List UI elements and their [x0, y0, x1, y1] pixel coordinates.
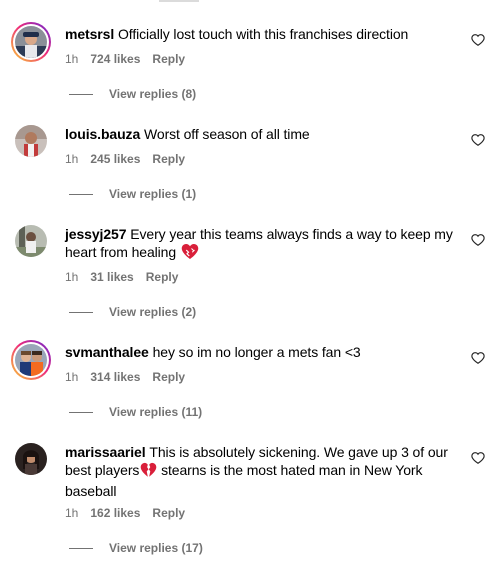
- view-replies-label: View replies (17): [109, 541, 203, 555]
- replies-divider-line: [69, 547, 93, 549]
- view-replies-label: View replies (11): [109, 405, 203, 419]
- comment-likes[interactable]: 162 likes: [90, 506, 140, 520]
- comment-time[interactable]: 1h: [65, 506, 78, 520]
- comment-meta: 1h 724 likes Reply: [65, 52, 185, 66]
- comment-time[interactable]: 1h: [65, 152, 78, 166]
- comment-username[interactable]: marissaariel: [65, 444, 146, 460]
- comment-username[interactable]: svmanthalee: [65, 344, 149, 360]
- view-replies-button[interactable]: View replies (1): [69, 187, 196, 201]
- comment-meta: 1h 314 likes Reply: [65, 370, 185, 384]
- comment-likes[interactable]: 724 likes: [90, 52, 140, 66]
- heart-outline-icon[interactable]: [471, 351, 485, 365]
- comment-body: jessyj257 Every year this teams always f…: [65, 225, 460, 264]
- avatar[interactable]: [11, 22, 51, 62]
- comment-username[interactable]: jessyj257: [65, 226, 126, 242]
- reply-button[interactable]: Reply: [152, 152, 185, 166]
- heart-outline-icon[interactable]: [471, 451, 485, 465]
- comment-body: louis.bauza Worst off season of all time: [65, 125, 460, 143]
- heart-outline-icon[interactable]: [471, 133, 485, 147]
- heart-outline-icon[interactable]: [471, 233, 485, 247]
- view-replies-label: View replies (8): [109, 87, 197, 101]
- avatar[interactable]: [11, 340, 51, 380]
- view-replies-button[interactable]: View replies (2): [69, 305, 196, 319]
- reply-button[interactable]: Reply: [152, 506, 185, 520]
- previous-thread-divider: [159, 0, 199, 2]
- comment-meta: 1h 162 likes Reply: [65, 506, 185, 520]
- comment-likes[interactable]: 245 likes: [90, 152, 140, 166]
- comment-text: Officially lost touch with this franchis…: [118, 26, 409, 42]
- comment-likes[interactable]: 314 likes: [90, 370, 140, 384]
- avatar[interactable]: [15, 125, 47, 157]
- comment-body: svmanthalee hey so im no longer a mets f…: [65, 343, 460, 361]
- comment-body: marissaariel This is absolutely sickenin…: [65, 443, 460, 500]
- comment-likes[interactable]: 31 likes: [90, 270, 133, 284]
- view-replies-label: View replies (1): [109, 187, 197, 201]
- reply-button[interactable]: Reply: [146, 270, 179, 284]
- mending-heart-emoji: [181, 243, 199, 264]
- comment-time[interactable]: 1h: [65, 270, 78, 284]
- comment-text: Worst off season of all time: [144, 126, 310, 142]
- replies-divider-line: [69, 411, 93, 413]
- comment-username[interactable]: metsrsl: [65, 26, 114, 42]
- view-replies-label: View replies (2): [109, 305, 197, 319]
- replies-divider-line: [69, 311, 93, 313]
- view-replies-button[interactable]: View replies (11): [69, 405, 202, 419]
- avatar[interactable]: [15, 443, 47, 475]
- broken-heart-emoji: [140, 462, 157, 482]
- reply-button[interactable]: Reply: [152, 370, 185, 384]
- comment-time[interactable]: 1h: [65, 52, 78, 66]
- avatar[interactable]: [15, 225, 47, 257]
- reply-button[interactable]: Reply: [152, 52, 185, 66]
- heart-outline-icon[interactable]: [471, 33, 485, 47]
- comment-text: hey so im no longer a mets fan <3: [152, 344, 361, 360]
- comment-meta: 1h 245 likes Reply: [65, 152, 185, 166]
- comment-body: metsrsl Officially lost touch with this …: [65, 25, 460, 43]
- comment-meta: 1h 31 likes Reply: [65, 270, 178, 284]
- replies-divider-line: [69, 93, 93, 95]
- view-replies-button[interactable]: View replies (17): [69, 541, 203, 555]
- comment-time[interactable]: 1h: [65, 370, 78, 384]
- comment-username[interactable]: louis.bauza: [65, 126, 140, 142]
- view-replies-button[interactable]: View replies (8): [69, 87, 196, 101]
- replies-divider-line: [69, 193, 93, 195]
